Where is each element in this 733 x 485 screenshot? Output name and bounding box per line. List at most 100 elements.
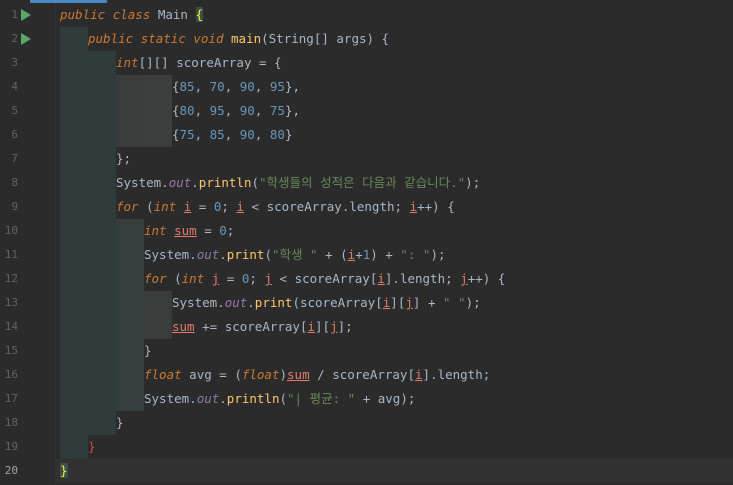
- code-token: 75: [269, 103, 285, 118]
- code-token: avg: [189, 367, 212, 382]
- line-number: 10: [4, 224, 18, 237]
- line-number: 8: [11, 176, 18, 189]
- code-token: scoreArray: [224, 319, 300, 334]
- code-line[interactable]: {80, 95, 90, 75},: [56, 99, 733, 123]
- code-text: };: [116, 147, 131, 171]
- code-token: ;: [249, 271, 265, 286]
- code-token: );: [465, 295, 481, 310]
- code-token: 90: [239, 103, 255, 118]
- code-token: }: [144, 343, 152, 358]
- code-token: .: [191, 175, 199, 190]
- code-token: println: [226, 391, 280, 406]
- code-token: j: [405, 295, 413, 310]
- code-token: out: [168, 175, 192, 190]
- code-line[interactable]: System.out.print(scoreArray[i][j] + " ")…: [56, 291, 733, 315]
- code-token: scoreArray: [299, 295, 376, 310]
- code-line[interactable]: }: [56, 459, 733, 483]
- code-token: .: [247, 295, 255, 310]
- code-line[interactable]: public class Main {: [56, 3, 733, 27]
- code-token: i: [307, 319, 316, 334]
- code-token: },: [284, 103, 301, 118]
- line-number: 15: [4, 344, 18, 357]
- code-token: length: [349, 199, 395, 214]
- code-line[interactable]: System.out.println("| 평균: " + avg);: [56, 387, 733, 411]
- code-token: length: [437, 367, 483, 382]
- code-token: ) +: [370, 247, 401, 262]
- code-text: }: [116, 411, 124, 435]
- code-line[interactable]: float avg = (float)sum / scoreArray[i].l…: [56, 363, 733, 387]
- code-token: 95: [209, 103, 225, 118]
- code-token: i: [236, 199, 244, 214]
- code-token: +: [355, 391, 378, 406]
- line-number-gutter[interactable]: 1 2 3 4 5 6 7 8 9 10 11 12 13 14 15 16 17 18 19 20: [0, 3, 56, 485]
- code-token: }: [60, 463, 68, 478]
- code-line[interactable]: int sum = 0;: [56, 219, 733, 243]
- code-token: .: [219, 247, 227, 262]
- code-line[interactable]: sum += scoreArray[i][j];: [56, 315, 733, 339]
- line-number: 11: [4, 248, 18, 261]
- line-number: 6: [11, 128, 18, 141]
- code-token: ;: [394, 199, 410, 214]
- code-token: main: [231, 31, 262, 46]
- code-line[interactable]: }: [56, 411, 733, 435]
- code-line[interactable]: {85, 70, 90, 95},: [56, 75, 733, 99]
- code-token: ,: [254, 103, 270, 118]
- code-line[interactable]: }: [56, 339, 733, 363]
- line-number: 3: [11, 56, 18, 69]
- code-text: int sum = 0;: [144, 219, 234, 243]
- line-number: 4: [11, 80, 18, 93]
- code-token: + (: [317, 247, 348, 262]
- code-token: sum: [174, 223, 197, 238]
- code-token: +: [355, 247, 363, 262]
- code-line[interactable]: }: [56, 435, 733, 459]
- code-line[interactable]: };: [56, 147, 733, 171]
- code-token: /: [309, 367, 333, 382]
- line-number: 13: [4, 296, 18, 309]
- code-token: i: [414, 367, 423, 382]
- code-token: String: [268, 31, 314, 46]
- code-token: sum: [172, 319, 195, 334]
- code-line[interactable]: System.out.print("학생 " + (i+1) + ": ");: [56, 243, 733, 267]
- line-number: 7: [11, 152, 18, 165]
- code-editor[interactable]: 1 2 3 4 5 6 7 8 9 10 11 12 13 14 15 16 17 18 19 20 public c…: [0, 0, 733, 485]
- code-token: scoreArray: [266, 199, 342, 214]
- code-token: scoreArray: [176, 55, 252, 70]
- code-token: float: [241, 367, 280, 382]
- code-token: j: [330, 319, 338, 334]
- code-token: ];: [337, 319, 353, 334]
- code-token: j: [264, 271, 272, 286]
- code-token: out: [224, 295, 248, 310]
- code-token: .: [219, 391, 227, 406]
- code-token: [][]: [138, 55, 177, 70]
- code-token: print: [226, 247, 265, 262]
- code-text: }: [144, 339, 152, 363]
- code-token: ;: [445, 271, 461, 286]
- code-line[interactable]: for (int i = 0; i < scoreArray.length; i…: [56, 195, 733, 219]
- run-main-icon[interactable]: [21, 33, 31, 45]
- code-text: System.out.println("학생들의 성적은 다음과 같습니다.")…: [116, 171, 480, 195]
- code-line[interactable]: int[][] scoreArray = {: [56, 51, 733, 75]
- code-token: },: [284, 79, 301, 94]
- code-token: ;: [226, 223, 235, 238]
- code-line[interactable]: System.out.println("학생들의 성적은 다음과 같습니다.")…: [56, 171, 733, 195]
- run-class-icon[interactable]: [21, 9, 31, 21]
- code-token: ,: [224, 79, 240, 94]
- code-token: (: [166, 271, 182, 286]
- code-token: " ": [443, 295, 466, 310]
- code-text: public class Main {: [60, 3, 204, 27]
- code-token: }: [116, 415, 124, 430]
- code-line[interactable]: public static void main(String[] args) {: [56, 27, 733, 51]
- code-token: {: [172, 103, 180, 118]
- code-token: "| 평균: ": [287, 391, 356, 406]
- code-area[interactable]: public class Main {public static void ma…: [56, 3, 733, 485]
- code-token: ++) {: [417, 199, 455, 214]
- code-token: 80: [269, 127, 285, 142]
- code-token: .: [189, 247, 197, 262]
- code-line[interactable]: for (int j = 0; j < scoreArray[i].length…: [56, 267, 733, 291]
- code-token: public: [88, 31, 134, 46]
- code-line[interactable]: {75, 85, 90, 80}: [56, 123, 733, 147]
